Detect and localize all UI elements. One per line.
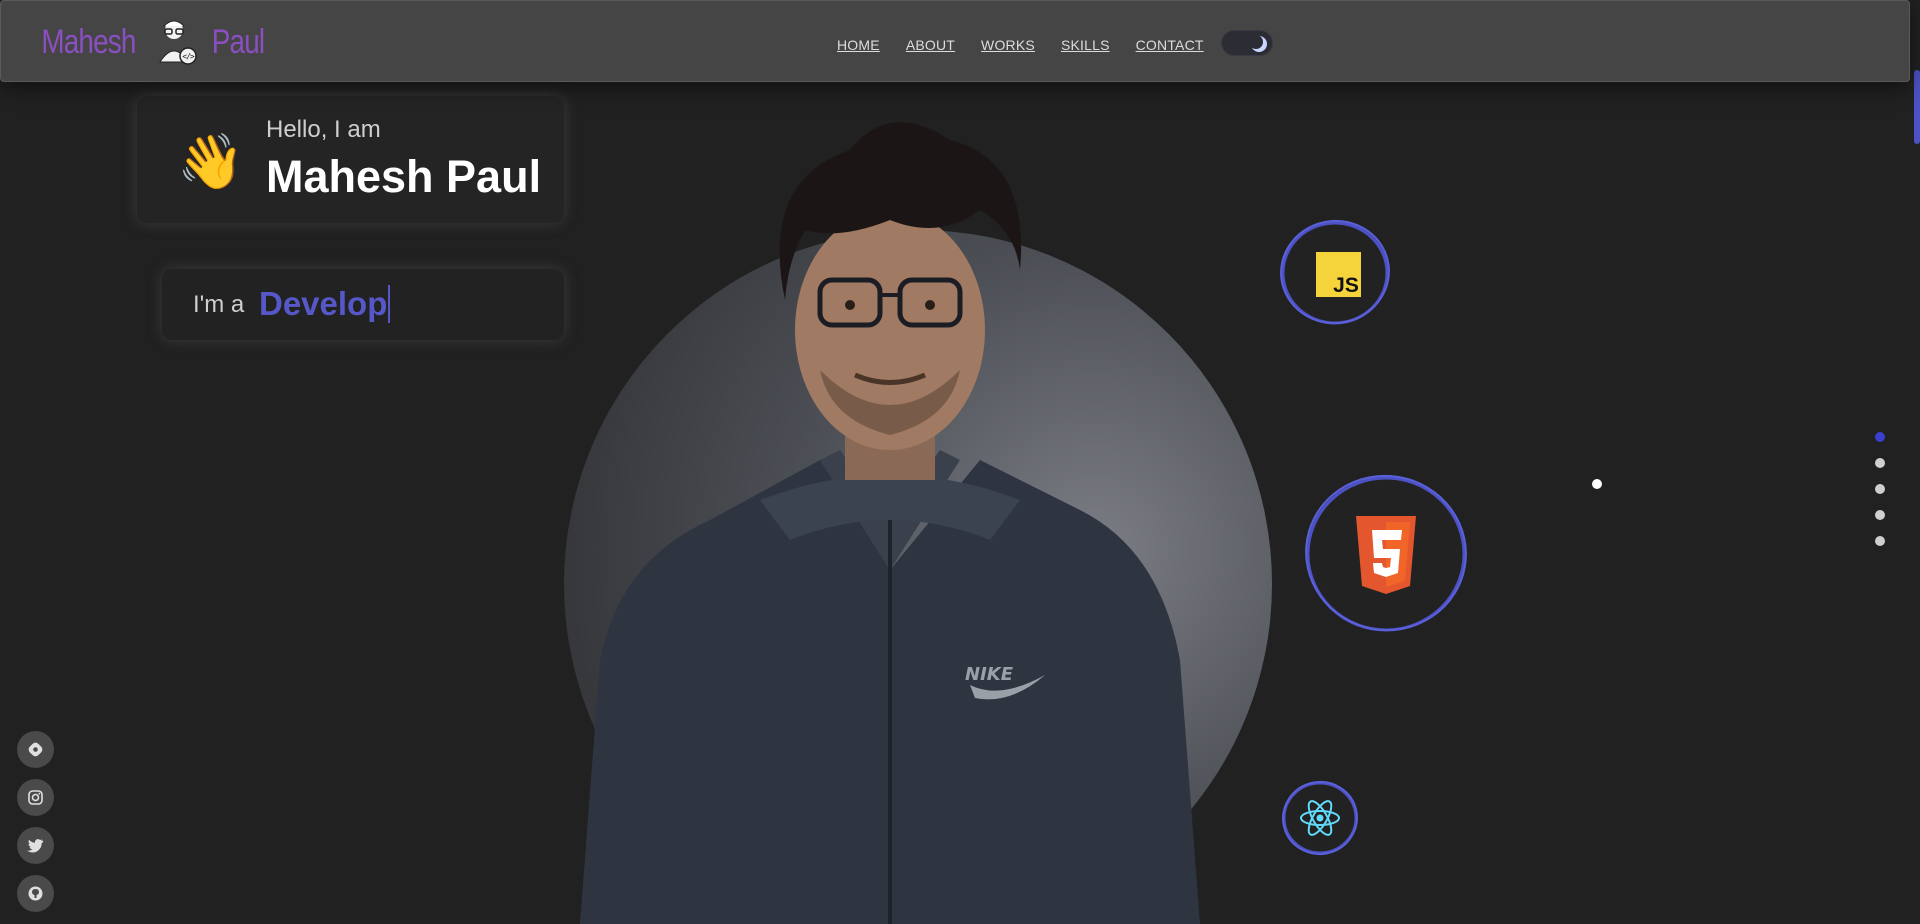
moon-icon <box>1250 35 1267 52</box>
hashnode-icon <box>28 742 43 757</box>
pager-dot-5[interactable] <box>1875 536 1885 546</box>
nav-about[interactable]: ABOUT <box>906 37 955 53</box>
twitter-link[interactable] <box>17 827 54 864</box>
logo[interactable]: Mahesh </> Paul <box>31 19 270 65</box>
nav-contact[interactable]: CONTACT <box>1136 37 1204 53</box>
hero-name: Mahesh Paul <box>266 151 542 202</box>
greeting-card: 👋 Hello, I am Mahesh Paul <box>137 96 564 223</box>
developer-avatar-icon: </> <box>159 20 197 65</box>
nav-skills[interactable]: SKILLS <box>1061 37 1110 53</box>
github-icon <box>28 886 43 901</box>
nav-home[interactable]: HOME <box>837 37 880 53</box>
nav-works[interactable]: WORKS <box>981 37 1035 53</box>
portfolio-page: Mahesh </> Paul HOME ABOUT WORKS SKILLS … <box>0 0 1920 924</box>
hashnode-link[interactable] <box>17 731 54 768</box>
navbar: Mahesh </> Paul HOME ABOUT WORKS SKILLS … <box>0 0 1910 82</box>
github-link[interactable] <box>17 875 54 912</box>
pager-dot-1[interactable] <box>1875 432 1885 442</box>
instagram-link[interactable] <box>17 779 54 816</box>
pager-dot-3[interactable] <box>1875 484 1885 494</box>
nav-links: HOME ABOUT WORKS SKILLS CONTACT <box>837 37 1230 53</box>
logo-last-name: Paul <box>211 22 265 61</box>
profile-portrait: NIKE <box>580 122 1200 924</box>
greeting-text: Hello, I am <box>266 116 381 143</box>
role-card: I'm a Develop <box>162 269 564 340</box>
role-typed-text: Develop <box>259 285 391 323</box>
section-pager <box>1875 432 1885 546</box>
scrollbar-thumb[interactable] <box>1914 70 1920 144</box>
mouse-cursor-dot <box>1592 479 1602 489</box>
logo-first-name: Mahesh <box>41 22 136 61</box>
js-badge-text: JS <box>1333 274 1359 297</box>
svg-text:NIKE: NIKE <box>965 664 1014 685</box>
social-links <box>17 731 54 912</box>
javascript-icon[interactable]: JS <box>1278 216 1392 330</box>
svg-text:</>: </> <box>182 52 195 61</box>
react-icon[interactable] <box>1280 778 1360 858</box>
pager-dot-4[interactable] <box>1875 510 1885 520</box>
role-prefix: I'm a <box>193 291 245 318</box>
waving-hand-icon: 👋 <box>177 130 245 193</box>
pager-dot-2[interactable] <box>1875 458 1885 468</box>
instagram-icon <box>28 790 43 805</box>
twitter-icon <box>27 839 44 853</box>
html5-icon[interactable] <box>1302 470 1470 638</box>
theme-toggle[interactable] <box>1221 30 1273 56</box>
